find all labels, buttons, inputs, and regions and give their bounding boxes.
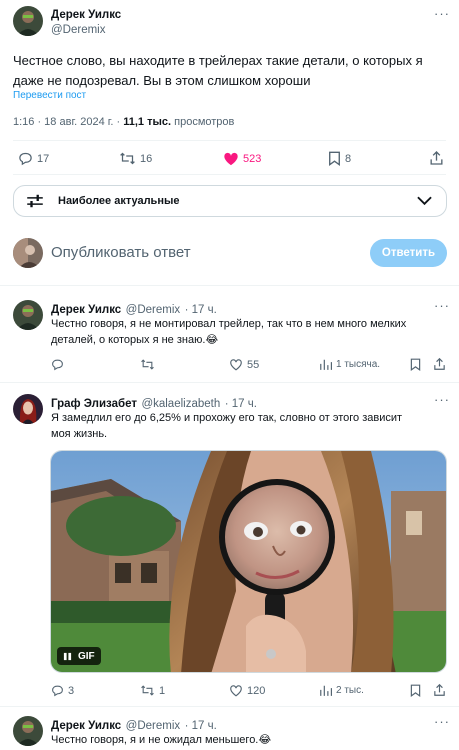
reply-header: Граф Элизабет @kalaelizabeth · 17 ч. xyxy=(51,394,257,412)
divider xyxy=(0,706,459,707)
post-text: Честное слово, вы находите в трейлерах т… xyxy=(13,53,423,88)
repost-icon xyxy=(120,152,135,165)
bookmark-icon xyxy=(329,151,340,166)
reply-author-handle[interactable]: @Deremix xyxy=(126,720,181,732)
views-count: 2 тыс. xyxy=(336,685,364,696)
reply-icon xyxy=(19,152,32,166)
more-options-icon[interactable]: ··· xyxy=(434,6,450,21)
like-count: 120 xyxy=(247,684,266,697)
reply-author-avatar[interactable] xyxy=(13,300,43,330)
divider xyxy=(0,382,459,383)
share-icon xyxy=(434,357,445,370)
reply-button[interactable]: 17 xyxy=(18,151,49,166)
reply-author-name[interactable]: Дерек Уилкс xyxy=(51,304,121,316)
reply-bookmark-button[interactable] xyxy=(410,684,421,702)
translate-post-link[interactable]: Перевести пост xyxy=(13,90,86,101)
post-meta: 1:16 · 18 авг. 2024 г. · 11,1 тыс. просм… xyxy=(13,116,234,128)
reply-text: Я замедлил его до 6,25% и прохожу его та… xyxy=(51,412,403,440)
repost-count: 16 xyxy=(140,152,153,165)
divider xyxy=(0,285,459,286)
reply-submit-button[interactable]: Ответить xyxy=(370,239,447,267)
author-avatar[interactable] xyxy=(13,6,43,36)
reply-share-button[interactable] xyxy=(433,683,446,702)
sliders-icon xyxy=(27,194,43,208)
reply-reply-button[interactable]: 3 xyxy=(51,684,74,697)
reply-repost-button[interactable]: 1 xyxy=(140,684,165,697)
heart-icon xyxy=(230,359,242,371)
post-time[interactable]: 1:16 · 18 авг. 2024 г. · xyxy=(13,116,123,128)
divider xyxy=(13,140,446,141)
reply-author-avatar[interactable] xyxy=(13,394,43,424)
magnifying-glass-gif-image xyxy=(51,451,446,672)
reply-views-button[interactable]: 2 тыс. xyxy=(319,684,364,697)
author-name[interactable]: Дерек Уилкс xyxy=(51,9,121,21)
analytics-icon xyxy=(320,685,332,696)
more-options-icon[interactable]: ··· xyxy=(434,392,450,407)
sort-dropdown[interactable]: Наиболее актуальные xyxy=(13,185,447,217)
share-icon xyxy=(430,151,443,165)
views-count: 1 тысяча. xyxy=(336,359,381,370)
share-button[interactable] xyxy=(429,150,444,171)
chevron-down-icon xyxy=(417,196,432,206)
reply-share-button[interactable] xyxy=(433,357,446,376)
bookmark-count: 8 xyxy=(345,152,352,165)
reply-count: 17 xyxy=(37,152,50,165)
reply-like-button[interactable]: 55 xyxy=(229,358,259,371)
gif-media[interactable]: GIF xyxy=(50,450,447,673)
reply-text: Честно говоря, я и не ожидал меньшего.😂 xyxy=(51,734,272,746)
current-user-avatar[interactable] xyxy=(13,238,43,268)
reply-author-avatar[interactable] xyxy=(13,716,43,746)
gif-badge[interactable]: GIF xyxy=(57,647,101,665)
reply-input[interactable]: Опубликовать ответ xyxy=(51,244,191,261)
reply-author-handle[interactable]: @kalaelizabeth xyxy=(141,398,220,410)
reply-icon xyxy=(52,685,63,697)
heart-filled-icon xyxy=(224,152,238,166)
bookmark-icon xyxy=(410,358,421,371)
bookmark-icon xyxy=(410,684,421,697)
reply-header: Дерек Уилкс @Deremix · 17 ч. xyxy=(51,716,217,734)
repost-icon xyxy=(141,685,154,696)
reply-reply-button[interactable] xyxy=(51,358,68,371)
reply-repost-button[interactable] xyxy=(140,358,159,371)
more-options-icon[interactable]: ··· xyxy=(434,714,450,729)
reply-author-handle[interactable]: @Deremix xyxy=(126,304,181,316)
reply-text: Честно говоря, я не монтировал трейлер, … xyxy=(51,318,407,346)
like-count: 523 xyxy=(243,152,262,165)
divider xyxy=(13,174,446,175)
heart-icon xyxy=(230,685,242,697)
reply-author-name[interactable]: Граф Элизабет xyxy=(51,398,137,410)
reply-icon xyxy=(52,359,63,371)
repost-icon xyxy=(141,359,154,370)
views-count: 11,1 тыс. xyxy=(123,116,172,128)
reply-count: 3 xyxy=(68,684,75,697)
reply-header: Дерек Уилкс @Deremix · 17 ч. xyxy=(51,300,217,318)
reply-author-name[interactable]: Дерек Уилкс xyxy=(51,720,121,732)
analytics-icon xyxy=(320,359,332,370)
like-button[interactable]: 523 xyxy=(223,151,261,166)
views-label: просмотров xyxy=(171,116,235,128)
share-icon xyxy=(434,683,445,696)
bookmark-button[interactable]: 8 xyxy=(328,151,351,166)
author-handle[interactable]: @Deremix xyxy=(51,24,106,36)
like-count: 55 xyxy=(247,358,260,371)
reply-like-button[interactable]: 120 xyxy=(229,684,265,697)
reply-time[interactable]: · 17 ч. xyxy=(185,720,217,732)
reply-time[interactable]: · 17 ч. xyxy=(185,304,217,316)
reply-bookmark-button[interactable] xyxy=(410,358,421,376)
repost-count: 1 xyxy=(159,684,166,697)
pause-icon xyxy=(63,652,72,660)
sort-label: Наиболее актуальные xyxy=(58,195,180,207)
gif-label: GIF xyxy=(78,650,95,662)
repost-button[interactable]: 16 xyxy=(119,151,152,166)
reply-views-button[interactable]: 1 тысяча. xyxy=(319,358,380,371)
reply-time[interactable]: · 17 ч. xyxy=(225,398,257,410)
more-options-icon[interactable]: ··· xyxy=(434,298,450,313)
